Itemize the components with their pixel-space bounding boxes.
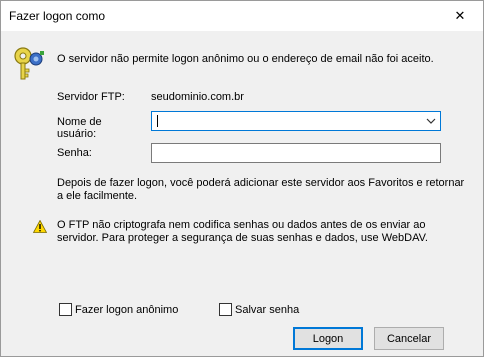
username-label: Nome de usuário: — [57, 116, 102, 140]
password-label: Senha: — [57, 147, 92, 159]
warning-line2: servidor. Para proteger a segurança de s… — [57, 232, 428, 244]
password-field[interactable] — [151, 143, 441, 163]
save-password-checkbox[interactable] — [219, 303, 232, 316]
server-value: seudominio.com.br — [151, 91, 244, 103]
save-password-label[interactable]: Salvar senha — [235, 304, 299, 316]
anonymous-logon-option[interactable]: Fazer logon anônimo — [59, 303, 178, 316]
text-caret — [157, 115, 158, 127]
cancel-button[interactable]: Cancelar — [374, 327, 444, 350]
save-password-option[interactable]: Salvar senha — [219, 303, 299, 316]
info-line1: Depois de fazer logon, você poderá adici… — [57, 177, 465, 189]
username-label-line2: usuário: — [57, 128, 97, 140]
close-icon: ✕ — [454, 8, 466, 23]
username-combobox[interactable] — [151, 111, 441, 131]
logon-button[interactable]: Logon — [293, 327, 363, 350]
title-bar: Fazer logon como ✕ — [1, 1, 483, 31]
close-button[interactable]: ✕ — [437, 1, 483, 31]
warning-text: O FTP não criptografa nem codifica senha… — [57, 219, 428, 245]
logon-dialog: Fazer logon como ✕ O servidor não permit… — [0, 0, 484, 357]
key-icon — [14, 47, 44, 80]
dialog-title: Fazer logon como — [9, 9, 106, 23]
server-label: Servidor FTP: — [57, 91, 125, 103]
username-label-line1: Nome de — [57, 116, 102, 128]
anonymous-logon-label[interactable]: Fazer logon anônimo — [75, 304, 178, 316]
warning-icon — [33, 220, 47, 233]
header-message: O servidor não permite logon anônimo ou … — [57, 53, 434, 65]
warning-line1: O FTP não criptografa nem codifica senha… — [57, 219, 426, 231]
info-line2: a ele facilmente. — [57, 190, 138, 202]
info-text: Depois de fazer logon, você poderá adici… — [57, 177, 464, 203]
anonymous-logon-checkbox[interactable] — [59, 303, 72, 316]
chevron-down-icon[interactable] — [426, 116, 436, 126]
